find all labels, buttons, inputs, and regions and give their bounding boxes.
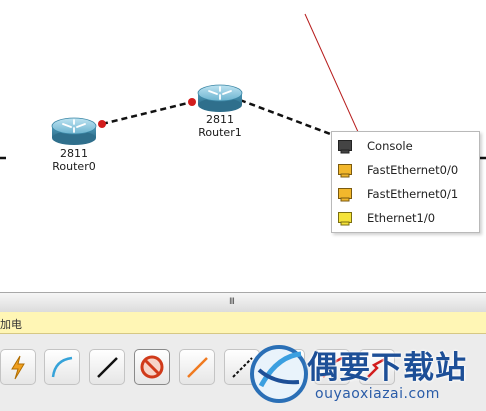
menu-item-label: FastEthernet0/0 [367,163,459,177]
router1-label: 2811 Router1 [196,113,244,139]
port-selection-menu: Console FastEthernet0/0 FastEthernet0/1 … [331,131,480,233]
category-label: 加电 [0,318,22,331]
fiber-cable-icon [187,357,208,378]
copper-straight-through-button[interactable] [89,349,125,385]
copper-cross-over-icon [140,355,164,379]
ethernet-port-icon [338,188,352,202]
menu-item-label: Ethernet1/0 [367,211,436,225]
panel-splitter[interactable]: III [0,292,486,313]
console-port-icon [338,140,352,154]
ethernet-port-icon [338,212,352,226]
router0-icon[interactable] [51,117,97,145]
router1-icon[interactable] [197,84,243,112]
console-cable-icon [51,356,73,378]
router1-model: 2811 [206,113,234,126]
menu-item-console[interactable]: Console [332,135,479,159]
watermark-title: 偶要下载站 [307,350,467,386]
watermark-url: ouyaoxiazai.com [315,386,440,402]
splitter-grip-icon[interactable]: III [229,297,235,307]
watermark-logo-icon [250,345,308,403]
menu-item-fastethernet0-1[interactable]: FastEthernet0/1 [332,183,479,207]
link-router1-pending[interactable] [239,98,334,137]
automatic-connection-button[interactable] [0,349,36,385]
category-bar: 加电 [0,312,486,334]
ethernet-port-icon [338,164,352,178]
watermark: 偶要下载站 ouyaoxiazai.com [247,336,486,411]
link-router0-router1[interactable] [101,100,193,126]
router1-name: Router1 [198,126,242,139]
router0-name: Router0 [52,160,96,173]
menu-item-label: FastEthernet0/1 [367,187,459,201]
fiber-cable-button[interactable] [179,349,215,385]
router1-port-dot [188,98,196,106]
console-cable-button[interactable] [44,349,80,385]
automatic-connection-icon [11,355,25,380]
menu-item-label: Console [367,139,413,153]
router0-label: 2811 Router0 [50,147,98,173]
router0-model: 2811 [60,147,88,160]
copper-cross-over-button[interactable] [134,349,170,385]
menu-item-ethernet1-0[interactable]: Ethernet1/0 [332,207,479,231]
router0-port-dot [98,120,106,128]
logical-workspace[interactable]: 2811 Router0 2811 Router1 Console FastEt… [0,0,486,292]
copper-straight-through-icon [97,357,118,378]
menu-item-fastethernet0-0[interactable]: FastEthernet0/0 [332,159,479,183]
